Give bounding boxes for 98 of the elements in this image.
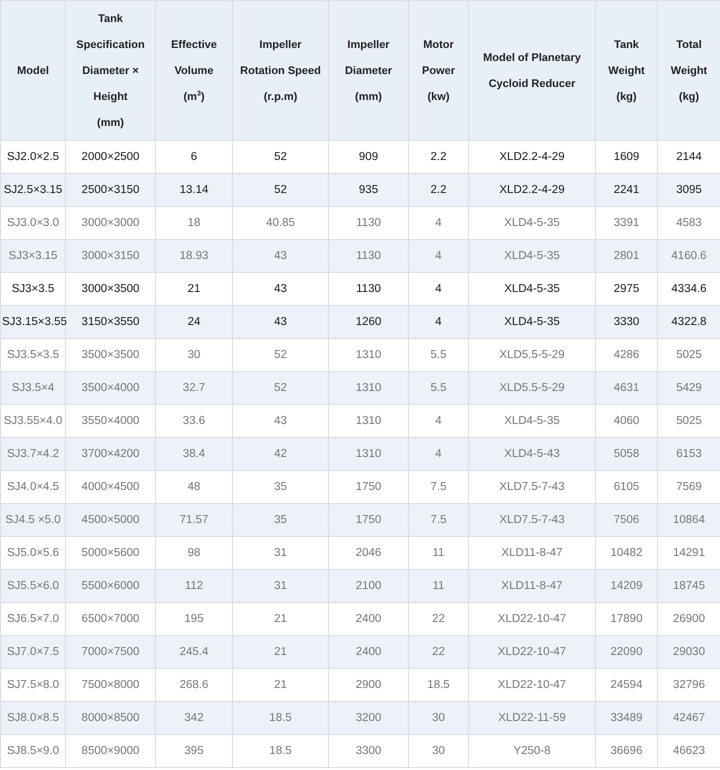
table-cell: 42: [232, 438, 328, 470]
table-cell: SJ3×3.15: [0, 240, 66, 272]
header-cell: Total Weight (kg): [658, 0, 720, 140]
table-cell: XLD2.2-4-29: [468, 174, 596, 206]
table-cell: SJ2.5×3.15: [0, 174, 66, 206]
table-cell: XLD7.5-7-43: [468, 504, 596, 536]
table-cell: 7.5: [408, 504, 468, 536]
header-cell: Tank Specification Diameter × Height (mm): [66, 0, 156, 140]
table-cell: 52: [232, 372, 328, 404]
table-cell: 18.93: [156, 240, 232, 272]
table-cell: 7506: [596, 504, 658, 536]
table-cell: 6153: [658, 438, 720, 470]
header-cell: Effective Volume (m$^{3}$): [156, 0, 232, 140]
table-cell: 5429: [658, 372, 720, 404]
table-cell: 30: [408, 734, 468, 768]
table-cell: 1130: [328, 240, 408, 272]
table-cell: 31: [232, 570, 328, 602]
table-cell: 22090: [596, 636, 658, 668]
table-cell: 71.57: [156, 504, 232, 536]
table-cell: 32.7: [156, 372, 232, 404]
table-cell: 18.5: [232, 702, 328, 734]
table-cell: 43: [232, 240, 328, 272]
table-cell: 18745: [658, 570, 720, 602]
table-cell: XLD22-11-59: [468, 702, 596, 734]
table-cell: 4: [408, 240, 468, 272]
table-cell: 3700×4200: [66, 438, 156, 470]
table-cell: 43: [232, 306, 328, 338]
table-cell: 4322.8: [658, 306, 720, 338]
table-cell: 35: [232, 504, 328, 536]
table-cell: 3150×3550: [66, 306, 156, 338]
table-cell: XLD22-10-47: [468, 636, 596, 668]
table-cell: 3330: [596, 306, 658, 338]
table-cell: 13.14: [156, 174, 232, 206]
table-cell: 2100: [328, 570, 408, 602]
table-cell: 245.4: [156, 636, 232, 668]
table-cell: 1310: [328, 372, 408, 404]
table-cell: 38.4: [156, 438, 232, 470]
table-cell: 36696: [596, 734, 658, 768]
table-cell: 33489: [596, 702, 658, 734]
table-cell: XLD11-8-47: [468, 570, 596, 602]
table-cell: 22: [408, 636, 468, 668]
table-cell: XLD5.5-5-29: [468, 372, 596, 404]
table-cell: 4500×5000: [66, 504, 156, 536]
table-cell: SJ5.5×6.0: [0, 570, 66, 602]
header-cell: Impeller Rotation Speed (r.p.m): [232, 0, 328, 140]
table-cell: 1310: [328, 438, 408, 470]
table-cell: 4: [408, 306, 468, 338]
table-cell: 5.5: [408, 372, 468, 404]
header-cell: Tank Weight (kg): [596, 0, 658, 140]
table-cell: SJ8.5×9.0: [0, 734, 66, 768]
header-cell: Model: [0, 0, 66, 140]
table-cell: 2400: [328, 636, 408, 668]
table-cell: 3500×4000: [66, 372, 156, 404]
table-cell: 342: [156, 702, 232, 734]
table-cell: 3200: [328, 702, 408, 734]
table-cell: SJ8.0×8.5: [0, 702, 66, 734]
table-cell: 14209: [596, 570, 658, 602]
table-cell: 3095: [658, 174, 720, 206]
table-cell: 2801: [596, 240, 658, 272]
table-cell: 4160.6: [658, 240, 720, 272]
header-cell: Model of Planetary Cycloid Reducer: [468, 0, 596, 140]
table-cell: 18.5: [232, 734, 328, 768]
table-cell: 112: [156, 570, 232, 602]
table-cell: 10864: [658, 504, 720, 536]
table-cell: 24: [156, 306, 232, 338]
table-cell: XLD4-5-35: [468, 306, 596, 338]
table-cell: 30: [408, 702, 468, 734]
table-cell: SJ3.7×4.2: [0, 438, 66, 470]
header-cell: Impeller Diameter (mm): [328, 0, 408, 140]
table-cell: 3000×3150: [66, 240, 156, 272]
table-cell: 3300: [328, 734, 408, 768]
table-cell: 42467: [658, 702, 720, 734]
table-cell: 21: [232, 636, 328, 668]
table-cell: 29030: [658, 636, 720, 668]
table-cell: 11: [408, 570, 468, 602]
table-cell: SJ7.0×7.5: [0, 636, 66, 668]
table-cell: 1260: [328, 306, 408, 338]
table-cell: Y250-8: [468, 734, 596, 768]
table-cell: 7000×7500: [66, 636, 156, 668]
table-cell: SJ4.5 ×5.0: [0, 504, 66, 536]
table-cell: 2.2: [408, 174, 468, 206]
table-cell: 2500×3150: [66, 174, 156, 206]
table-cell: 8000×8500: [66, 702, 156, 734]
table-cell: 395: [156, 734, 232, 768]
table-cell: 52: [232, 174, 328, 206]
table-cell: 5500×6000: [66, 570, 156, 602]
table-cell: 2241: [596, 174, 658, 206]
table-cell: XLD4-5-43: [468, 438, 596, 470]
table-cell: 4: [408, 438, 468, 470]
table-cell: 5058: [596, 438, 658, 470]
table-cell: 1750: [328, 504, 408, 536]
header-cell: Motor Power (kw): [408, 0, 468, 140]
table-cell: 4631: [596, 372, 658, 404]
table-cell: XLD4-5-35: [468, 240, 596, 272]
table-cell: 935: [328, 174, 408, 206]
table-cell: SJ3.15×3.55: [0, 306, 66, 338]
table-cell: SJ3.5×4: [0, 372, 66, 404]
table-cell: 8500×9000: [66, 734, 156, 768]
